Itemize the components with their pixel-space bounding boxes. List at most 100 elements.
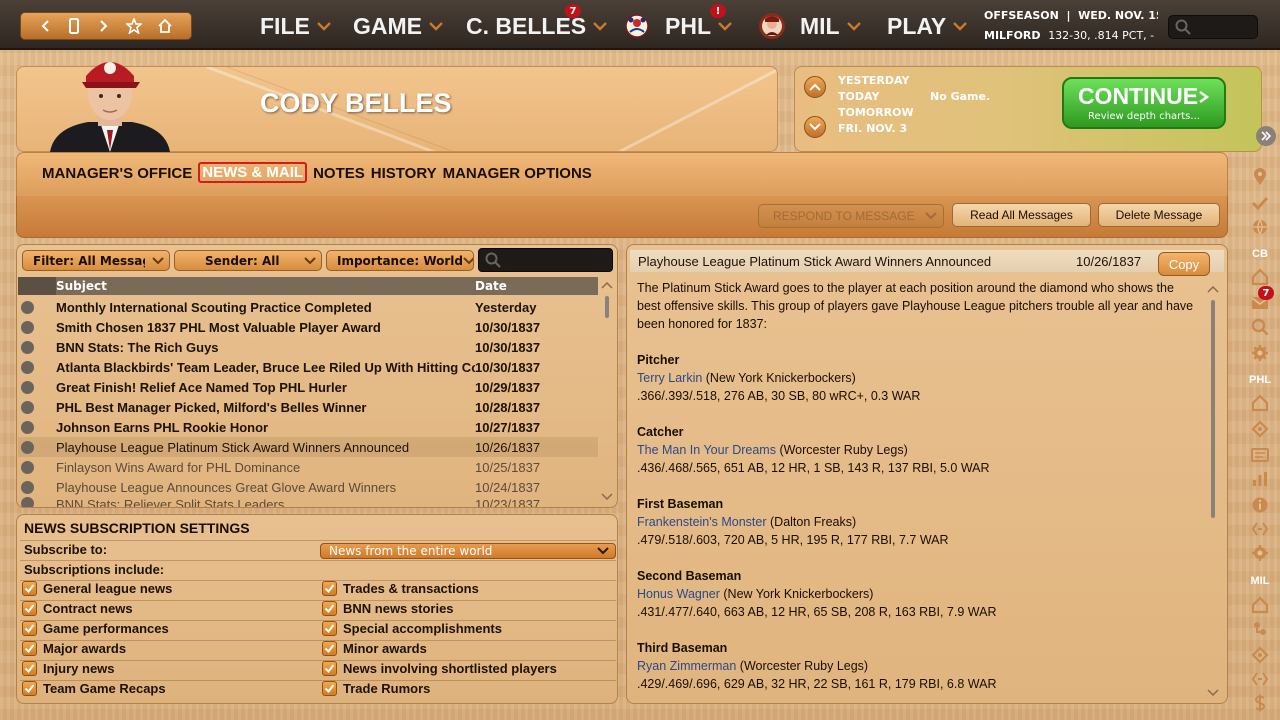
- tab-notes[interactable]: NOTES: [313, 164, 365, 183]
- home-icon[interactable]: [1251, 596, 1269, 614]
- player-link[interactable]: Frankenstein's Monster: [637, 515, 767, 529]
- subscription-checkbox-contract[interactable]: Contract news: [22, 601, 133, 616]
- subscription-checkbox-minor-awards[interactable]: Minor awards: [322, 641, 427, 656]
- message-filter-dropdown[interactable]: Filter: All Messages: [22, 250, 170, 271]
- expand-rail-button[interactable]: [1256, 126, 1276, 146]
- location-pin-icon[interactable]: [1251, 168, 1269, 186]
- player-link[interactable]: Honus Wagner: [637, 587, 720, 601]
- subscription-checkbox-recaps[interactable]: Team Game Recaps: [22, 681, 166, 696]
- subject-column-header[interactable]: Subject: [56, 279, 475, 293]
- back-arrow-icon[interactable]: [39, 19, 53, 33]
- manager-badge: 7: [565, 4, 581, 18]
- page-toggle-icon[interactable]: [68, 18, 80, 34]
- scoreboard-icon[interactable]: [1251, 446, 1269, 464]
- chevron-down-icon: [597, 547, 609, 555]
- gear-icon[interactable]: [1251, 544, 1269, 562]
- top-search-input[interactable]: [1168, 15, 1258, 39]
- message-row[interactable]: PHL Best Manager Picked, Milford's Belle…: [18, 397, 598, 417]
- checkbox-label: Game performances: [43, 621, 169, 636]
- checkmark-icon: [322, 641, 337, 656]
- checkbox-label: Injury news: [43, 661, 115, 676]
- mil-logo-icon[interactable]: [757, 11, 787, 41]
- subscription-checkbox-bnn[interactable]: BNN news stories: [322, 601, 454, 616]
- checkmark-icon[interactable]: [1251, 194, 1269, 212]
- phl-logo-icon[interactable]: [622, 12, 652, 40]
- star-icon[interactable]: [125, 18, 142, 34]
- menu-label: GAME: [353, 12, 422, 39]
- message-search-input[interactable]: [478, 248, 613, 272]
- copy-button[interactable]: Copy: [1158, 252, 1210, 276]
- player-link[interactable]: The Man In Your Dreams: [637, 443, 776, 457]
- status-column-header[interactable]: [18, 277, 56, 295]
- home-icon[interactable]: [157, 18, 173, 34]
- menu-play[interactable]: PLAY: [887, 10, 968, 42]
- menu-mil[interactable]: MIL: [800, 10, 862, 42]
- subscription-checkbox-major-awards[interactable]: Major awards: [22, 641, 126, 656]
- roster-icon[interactable]: [1251, 620, 1269, 638]
- subscription-checkbox-game-performances[interactable]: Game performances: [22, 621, 169, 636]
- tab-history[interactable]: HISTORY: [371, 164, 437, 183]
- respond-to-message-dropdown[interactable]: RESPOND TO MESSAGE: [758, 204, 944, 228]
- subscription-checkbox-rumors[interactable]: Trade Rumors: [322, 681, 430, 696]
- winner-stats: .479/.518/.603, 720 AB, 5 HR, 195 R, 177…: [637, 533, 949, 547]
- subscribe-to-dropdown[interactable]: News from the entire world: [320, 543, 616, 559]
- diamond-field-icon[interactable]: [1251, 420, 1269, 438]
- subscription-checkbox-special[interactable]: Special accomplishments: [322, 621, 502, 636]
- tab-news-mail[interactable]: NEWS & MAIL: [198, 162, 308, 183]
- code-brackets-icon[interactable]: [1251, 670, 1269, 688]
- message-row[interactable]: Finlayson Wins Award for PHL Dominance 10…: [18, 457, 598, 477]
- diamond-field-icon[interactable]: [1251, 646, 1269, 664]
- search-icon[interactable]: [1251, 318, 1269, 336]
- message-row[interactable]: BNN Stats: The Rich Guys 10/30/1837: [18, 337, 598, 357]
- sender-filter-dropdown[interactable]: Sender: All: [174, 250, 322, 271]
- subscription-checkbox-shortlisted[interactable]: News involving shortlisted players: [322, 661, 557, 676]
- message-row[interactable]: Playhouse League Announces Great Glove A…: [18, 477, 598, 497]
- delete-message-button[interactable]: Delete Message: [1098, 203, 1220, 227]
- importance-filter-dropdown[interactable]: Importance: World: [326, 250, 474, 271]
- forward-arrow-icon[interactable]: [96, 19, 110, 33]
- subscription-checkbox-trades[interactable]: Trades & transactions: [322, 581, 479, 596]
- checkbox-label: BNN news stories: [343, 601, 454, 616]
- day-next[interactable]: FRI. NOV. 3: [838, 122, 907, 135]
- subscription-checkbox-injury[interactable]: Injury news: [22, 661, 115, 676]
- prev-day-button[interactable]: [804, 76, 826, 98]
- code-brackets-icon[interactable]: [1251, 520, 1269, 538]
- day-today[interactable]: TODAY: [838, 90, 879, 103]
- message-row[interactable]: BNN Stats: Reliever Split Stats Leaders 1…: [18, 497, 598, 507]
- menu-file[interactable]: FILE: [260, 10, 332, 42]
- list-scrollbar[interactable]: [600, 280, 614, 504]
- subscribe-to-label: Subscribe to:: [24, 542, 108, 557]
- continue-button[interactable]: CONTINUE Review depth charts...: [1062, 77, 1226, 129]
- player-link[interactable]: Terry Larkin: [637, 371, 702, 385]
- dollar-icon[interactable]: [1251, 694, 1269, 712]
- date-column-header[interactable]: Date: [475, 279, 507, 293]
- message-row[interactable]: Atlanta Blackbirds' Team Leader, Bruce L…: [18, 357, 598, 377]
- globe-icon[interactable]: [1251, 218, 1269, 236]
- read-status-dot: [21, 360, 34, 374]
- chevron-down-icon: [717, 21, 733, 31]
- message-scrollbar[interactable]: [1206, 282, 1220, 700]
- checkmark-icon: [22, 601, 37, 616]
- message-row[interactable]: Monthly International Scouting Practice …: [18, 297, 598, 317]
- player-link[interactable]: Ryan Zimmerman: [637, 659, 736, 673]
- bar-chart-icon[interactable]: [1251, 470, 1269, 488]
- tab-manager-options[interactable]: MANAGER OPTIONS: [443, 164, 592, 183]
- day-tomorrow[interactable]: TOMORROW: [838, 106, 914, 119]
- message-row[interactable]: Smith Chosen 1837 PHL Most Valuable Play…: [18, 317, 598, 337]
- next-day-button[interactable]: [804, 116, 826, 138]
- message-row-selected[interactable]: Playhouse League Platinum Stick Award Wi…: [18, 437, 598, 457]
- gear-icon[interactable]: [1251, 344, 1269, 362]
- tab-managers-office[interactable]: MANAGER'S OFFICE: [42, 164, 192, 183]
- menu-game[interactable]: GAME: [353, 10, 444, 42]
- read-all-messages-button[interactable]: Read All Messages: [952, 203, 1091, 227]
- message-row[interactable]: Great Finish! Relief Ace Named Top PHL H…: [18, 377, 598, 397]
- day-yesterday[interactable]: YESTERDAY: [838, 74, 909, 87]
- checkbox-label: Special accomplishments: [343, 621, 502, 636]
- home-icon[interactable]: [1251, 268, 1269, 286]
- menu-manager[interactable]: C. BELLES: [466, 10, 608, 42]
- info-icon[interactable]: [1251, 496, 1269, 514]
- checkbox-label: General league news: [43, 581, 173, 596]
- subscription-checkbox-general[interactable]: General league news: [22, 581, 172, 596]
- message-row[interactable]: Johnson Earns PHL Rookie Honor 10/27/1837: [18, 417, 598, 437]
- home-icon[interactable]: [1251, 394, 1269, 412]
